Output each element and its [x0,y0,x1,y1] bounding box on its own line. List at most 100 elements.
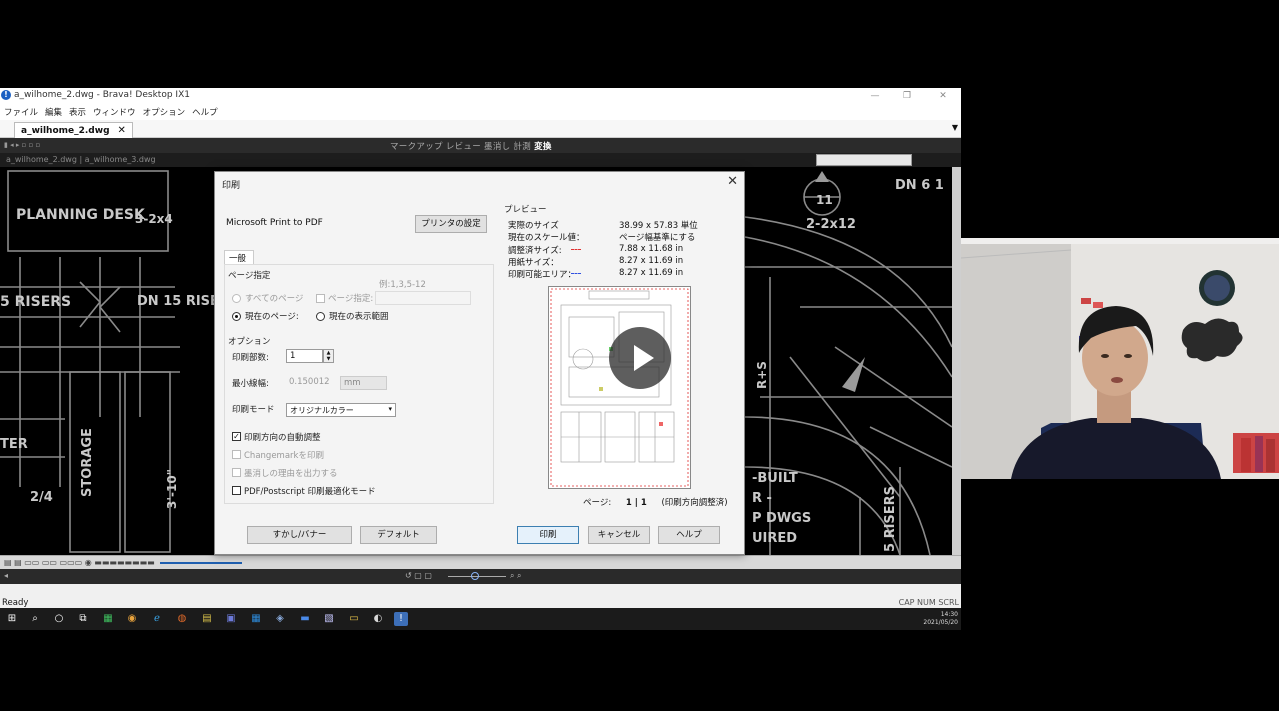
view-toolbar-icons[interactable]: ▤ ▤ ▭▭ ▭▭ ▭▭▭ ◉ ▬▬▬▬▬▬▬▬ [4,558,155,567]
adjusted-legend-line [571,249,581,250]
close-icon[interactable]: ✕ [926,89,960,103]
print-button[interactable]: 印刷 [517,526,579,544]
label-dim-3-2x4: 3-2x4 [135,212,173,226]
cmd-review[interactable]: レビュー [446,142,481,152]
app-light-icon[interactable]: ◈ [273,612,287,626]
path-bar: a_wilhome_2.dwg | a_wilhome_3.dwg [0,153,961,167]
tab-dropdown-icon[interactable]: ▼ [952,123,958,132]
changemark-label: Changemarkを印刷 [244,451,324,461]
chrome-icon[interactable]: ◉ [125,612,139,626]
app-paint-icon[interactable]: ▧ [322,612,336,626]
watermark-button[interactable]: すかし/バナー [247,526,352,544]
min-line-value: 0.150012 [289,377,330,387]
printer-settings-button[interactable]: プリンタの設定 [415,215,487,233]
cortana-icon[interactable]: ○ [52,612,66,626]
auto-orient-label: 印刷方向の自動調整 [244,433,321,443]
radio-current-view[interactable] [316,312,325,321]
teams-icon[interactable]: ▣ [224,612,238,626]
document-tab[interactable]: a_wilhome_2.dwg ✕ [14,122,133,138]
default-button[interactable]: デフォルト [360,526,437,544]
dialog-close-icon[interactable]: ✕ [727,174,738,189]
label-risers-left: 5 RISERS [0,294,72,310]
nav-icon[interactable]: ◂ [4,571,8,580]
cmd-convert[interactable]: 変換 [534,142,552,152]
windows-taskbar: ⊞ ⌕ ○ ⧉ ▦ ◉ ℯ ◍ ▤ ▣ ▦ ◈ ▬ ▧ ▭ ◐ ! 14:30 … [0,608,961,630]
help-button[interactable]: ヘルプ [658,526,720,544]
checkbox-auto-orient[interactable]: ✓ [232,432,241,441]
menu-file[interactable]: ファイル [0,104,41,118]
app-word-icon[interactable]: ▬ [298,612,312,626]
cmd-markup[interactable]: マークアップ [390,142,443,152]
all-pages-label: すべてのページ [245,294,304,304]
zoom-slider-left[interactable] [160,562,242,564]
menu-view[interactable]: 表示 [65,104,89,118]
cmd-measure[interactable]: 計測 [513,142,531,152]
printable-legend-line [571,273,581,274]
current-page-label: 現在のページ: [245,312,299,322]
edge-icon[interactable]: ℯ [150,612,164,626]
copies-label: 印刷部数: [232,353,269,363]
menu-options[interactable]: オプション [139,104,189,118]
menu-help[interactable]: ヘルプ [188,104,221,118]
label-risers-vertical: 5 RISERS [883,485,898,552]
preview-heading: プレビュー [504,205,547,215]
radio-current-page[interactable] [232,312,241,321]
redaction-label: 墨消しの理由を出力する [244,469,338,479]
rotate-icons[interactable]: ↺ ▢ ▢ [405,571,432,580]
checkbox-pdf-optimize[interactable] [232,486,241,495]
app-yellow-icon[interactable]: ▤ [200,612,214,626]
toolbar-icons[interactable]: ▮ ◂ ▸ ▫ ▫ ▫ [4,141,40,149]
task-view-icon[interactable]: ⧉ [76,612,90,626]
menu-window[interactable]: ウィンドウ [89,104,139,118]
preview-value: 38.99 x 57.83 単位 [619,221,698,231]
page-info-label: ページ: [583,498,612,508]
menu-bar: ファイル 編集 表示 ウィンドウ オプション ヘルプ [0,104,961,120]
minimize-icon[interactable]: — [858,89,892,103]
print-mode-select[interactable]: オリジナルカラー ▾ [286,403,396,417]
current-view-label: 現在の表示範囲 [329,312,389,322]
status-keys: CAP NUM SCRL [898,598,959,607]
print-mode-value: オリジナルカラー [290,406,354,415]
webcam-image [961,238,1279,479]
app-blue-icon[interactable]: ▦ [249,612,263,626]
video-play-icon[interactable] [609,327,671,389]
min-line-unit[interactable]: mm [340,376,387,390]
cancel-button[interactable]: キャンセル [588,526,650,544]
brava-taskbar-icon[interactable]: ! [394,612,408,626]
zoom-slider-thumb[interactable] [471,572,479,580]
app-circle-icon[interactable]: ◐ [371,612,385,626]
preview-value: 8.27 x 11.69 in [619,256,684,266]
checkbox-redaction[interactable] [232,468,241,477]
preview-key: 印刷可能エリア： [508,270,577,280]
windows-start-icon[interactable]: ⊞ [5,612,19,626]
view-toolbar: ▤ ▤ ▭▭ ▭▭ ▭▭▭ ◉ ▬▬▬▬▬▬▬▬ [0,555,961,569]
copies-spinner[interactable]: ▲ ▼ [323,349,334,363]
tab-general[interactable]: 一般 [224,250,254,264]
label-r-s: R+S [755,361,769,389]
min-line-label: 最小線幅: [232,379,269,389]
cmd-redact[interactable]: 墨消し [484,142,510,152]
mode-label: 印刷モード [232,405,275,415]
page-info-value: 1 | 1 [625,498,647,508]
vertical-scrollbar[interactable] [952,167,961,555]
maximize-icon[interactable]: ❐ [890,89,924,103]
label-storage: STORAGE [80,428,95,497]
command-toolbar: ▮ ◂ ▸ ▫ ▫ ▫ マークアップ レビュー 墨消し 計測 変換 [0,138,961,153]
search-icon[interactable]: ⌕ [28,612,42,626]
app-green-icon[interactable]: ▦ [101,612,115,626]
close-tab-icon[interactable]: ✕ [118,125,126,136]
file-explorer-icon[interactable]: ▭ [347,612,361,626]
label-2-2x12: 2-2x12 [806,217,856,232]
checkbox-changemark[interactable] [232,450,241,459]
app-icon: ! [1,90,11,100]
zoom-icons[interactable]: ⌕ ⌕ [510,571,522,581]
clock-date: 2021/05/20 [923,619,958,626]
label-3-10: 3'-10" [165,469,179,509]
menu-edit[interactable]: 編集 [41,104,65,118]
firefox-icon[interactable]: ◍ [175,612,189,626]
zoom-dropdown[interactable] [816,154,912,166]
checkbox-page-spec[interactable] [316,294,325,303]
copies-input[interactable]: 1 [286,349,323,363]
page-spec-input[interactable] [375,291,471,305]
radio-all-pages[interactable] [232,294,241,303]
